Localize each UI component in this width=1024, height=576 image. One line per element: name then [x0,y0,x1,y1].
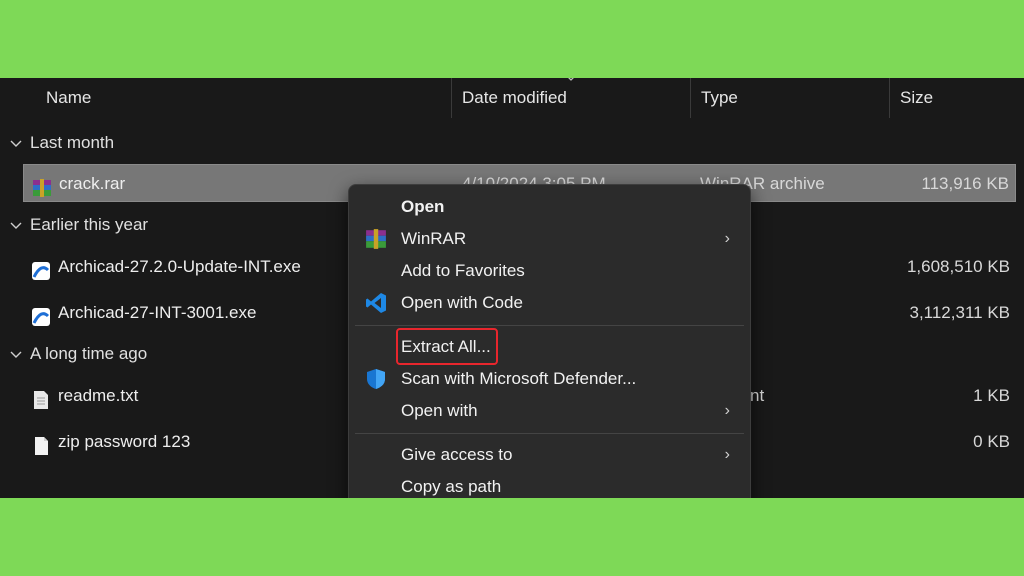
group-label: Last month [30,133,115,152]
menu-separator [355,433,744,434]
archicad-icon [31,257,51,280]
menu-item-label: Open with [401,401,478,420]
column-name[interactable]: Name [36,78,451,118]
bottom-frame [0,498,1024,576]
menu-item-label: Give access to [401,445,513,464]
vscode-icon [365,292,387,314]
menu-item-open-with[interactable]: Open with › [355,395,744,427]
menu-item-give-access-to[interactable]: Give access to › [355,439,744,471]
menu-item-winrar[interactable]: WinRAR › [355,223,744,255]
chevron-down-icon [10,131,30,157]
chevron-right-icon: › [724,402,730,419]
extract-all-highlight [396,328,498,365]
sort-caret-icon [566,78,576,84]
column-header: Name Date modified Type Size [0,78,1024,118]
menu-item-label: WinRAR [401,229,467,248]
menu-item-add-to-favorites[interactable]: Add to Favorites [355,255,744,287]
menu-item-scan-with-defender[interactable]: Scan with Microsoft Defender... [355,363,744,395]
menu-item-label: Open with Code [401,293,523,312]
winrar-icon [32,174,52,197]
file-name: zip password 123 [58,432,191,451]
file-size: 1 KB [973,386,1010,405]
file-name: Archicad-27.2.0-Update-INT.exe [58,257,301,276]
text-file-icon [31,386,51,409]
defender-shield-icon [365,368,387,390]
file-size: 113,916 KB [921,174,1009,193]
chevron-down-icon [10,213,30,239]
group-label: Earlier this year [30,215,149,234]
group-label: A long time ago [30,344,148,363]
file-name: Archicad-27-INT-3001.exe [58,303,257,322]
column-type[interactable]: Type [690,78,889,118]
winrar-icon [365,228,387,250]
file-size: 3,112,311 KB [909,303,1010,322]
group-header-last-month[interactable]: Last month [10,130,114,156]
archicad-icon [31,303,51,326]
chevron-right-icon: › [724,230,730,247]
column-size[interactable]: Size [889,78,1024,118]
file-name: readme.txt [58,386,139,405]
group-header-a-long-time-ago[interactable]: A long time ago [10,341,147,367]
menu-item-label: Scan with Microsoft Defender... [401,369,637,388]
menu-item-label: Open [401,197,445,216]
menu-item-label: Add to Favorites [401,261,525,280]
chevron-right-icon: › [724,446,730,463]
file-size: 0 KB [973,432,1010,451]
file-name: crack.rar [59,174,126,193]
menu-item-open[interactable]: Open [355,191,744,223]
group-header-earlier-this-year[interactable]: Earlier this year [10,212,148,238]
blank-file-icon [31,432,51,455]
chevron-down-icon [10,342,30,368]
menu-item-open-with-code[interactable]: Open with Code [355,287,744,319]
menu-separator [355,325,744,326]
file-size: 1,608,510 KB [906,257,1010,276]
